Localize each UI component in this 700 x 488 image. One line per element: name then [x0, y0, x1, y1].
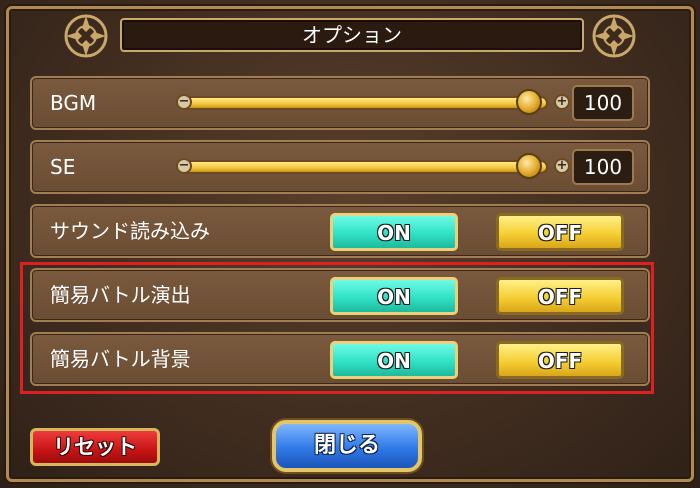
sound-loading-on-button[interactable]: ON — [330, 213, 458, 251]
bgm-slider-track[interactable] — [180, 96, 548, 110]
sound-loading-off-button[interactable]: OFF — [496, 213, 624, 251]
se-label: SE — [50, 155, 76, 179]
se-row: SE − + 100 — [30, 140, 650, 194]
se-slider-track[interactable] — [180, 160, 548, 174]
se-slider-thumb[interactable] — [516, 153, 542, 179]
se-minus-icon[interactable]: − — [176, 158, 192, 174]
bgm-slider[interactable]: − + — [176, 89, 570, 115]
bgm-slider-thumb[interactable] — [516, 89, 542, 115]
left-ornament-icon — [64, 14, 108, 58]
se-plus-icon[interactable]: + — [554, 158, 570, 174]
bgm-minus-icon[interactable]: − — [176, 94, 192, 110]
sound-loading-row: サウンド読み込み ON OFF — [30, 204, 650, 258]
right-ornament-icon — [592, 14, 636, 58]
close-button[interactable]: 閉じる — [272, 420, 422, 472]
page-title: オプション — [302, 23, 402, 47]
options-window: オプション BGM − + 100 SE − + 100 サウンド読み込み ON… — [0, 0, 700, 488]
title-bar: オプション — [120, 18, 584, 52]
bgm-plus-icon[interactable]: + — [554, 94, 570, 110]
se-value: 100 — [572, 149, 634, 185]
bgm-label: BGM — [50, 91, 97, 115]
bgm-row: BGM − + 100 — [30, 76, 650, 130]
reset-button[interactable]: リセット — [30, 428, 160, 466]
sound-loading-label: サウンド読み込み — [50, 219, 210, 243]
highlight-box — [20, 262, 654, 394]
bgm-value: 100 — [572, 85, 634, 121]
se-slider[interactable]: − + — [176, 153, 570, 179]
